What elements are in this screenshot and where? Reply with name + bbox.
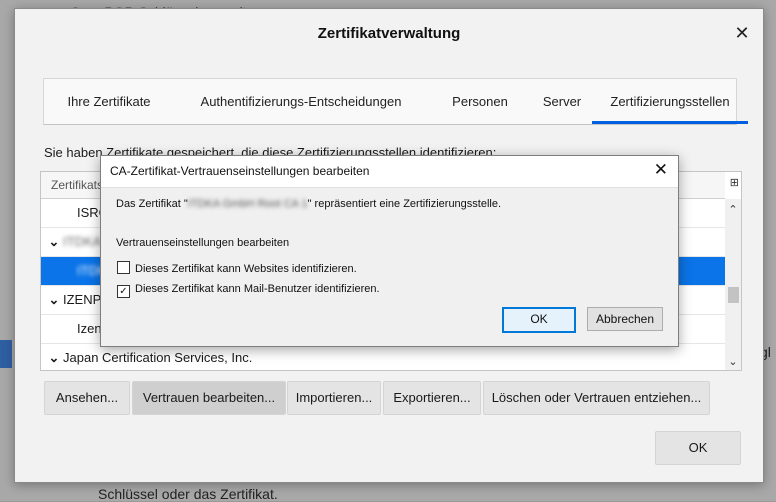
ok-button[interactable]: OK	[655, 431, 741, 465]
trust-mail-checkbox[interactable]: ✓	[117, 285, 130, 298]
column-picker-icon[interactable]: ⊞	[730, 176, 739, 189]
cancel-button[interactable]: Abbrechen	[587, 307, 663, 331]
trust-mail-label[interactable]: Dieses Zertifikat kann Mail-Benutzer ide…	[135, 283, 380, 295]
trust-mail-row[interactable]: ✓ Dieses Zertifikat kann Mail-Benutzer id…	[117, 283, 380, 298]
tab-authorities[interactable]: Zertifizierungsstellen	[592, 79, 748, 124]
chevron-down-icon[interactable]: ⌄	[45, 344, 63, 370]
dialog-title: Zertifikatverwaltung	[317, 25, 461, 42]
export-button[interactable]: Exportieren...	[383, 381, 481, 415]
close-icon[interactable]: ✕	[654, 160, 668, 180]
chevron-down-icon[interactable]: ⌄	[45, 286, 63, 314]
message-prefix: Das Zertifikat "	[116, 198, 188, 210]
edit-ca-trust-dialog: CA-Zertifikat-Vertrauenseinstellungen be…	[100, 155, 679, 347]
background-selection	[0, 340, 12, 368]
scroll-down-icon[interactable]: ⌄	[725, 355, 741, 368]
tab-your-certificates[interactable]: Ihre Zertifikate	[44, 79, 174, 124]
edit-trust-button[interactable]: Vertrauen bearbeiten...	[132, 381, 286, 415]
delete-or-distrust-button[interactable]: Löschen oder Vertrauen entziehen...	[483, 381, 710, 415]
tab-bar: Ihre Zertifikate Authentifizierungs-Ents…	[43, 78, 748, 125]
tree-row[interactable]: ⌄ Japan Certification Services, Inc.	[41, 344, 725, 370]
tab-authentication-decisions[interactable]: Authentifizierungs-Entscheidungen	[174, 79, 428, 124]
import-button[interactable]: Importieren...	[287, 381, 381, 415]
scroll-up-icon[interactable]: ⌃	[725, 203, 741, 216]
tab-servers[interactable]: Server	[532, 79, 592, 124]
certificate-message: Das Zertifikat "ITDKA GmbH Root CA 1" re…	[116, 198, 501, 210]
trust-websites-checkbox[interactable]	[117, 261, 130, 274]
sub-dialog-titlebar: CA-Zertifikat-Vertrauenseinstellungen be…	[101, 156, 678, 188]
trust-settings-heading: Vertrauenseinstellungen bearbeiten	[116, 237, 290, 249]
ok-button[interactable]: OK	[502, 307, 576, 333]
certificate-name: ITDKA GmbH Root CA 1	[187, 198, 308, 210]
trust-websites-label[interactable]: Dieses Zertifikat kann Websites identifi…	[135, 263, 357, 275]
tab-people[interactable]: Personen	[428, 79, 532, 124]
sub-dialog-title: CA-Zertifikat-Vertrauenseinstellungen be…	[110, 164, 370, 178]
scrollbar-thumb[interactable]	[728, 287, 739, 303]
background-footer-text: Schlüssel oder das Zertifikat.	[98, 486, 278, 502]
tree-scrollbar[interactable]: ⌃ ⌄	[725, 199, 741, 370]
message-suffix: " repräsentiert eine Zertifizierungsstel…	[307, 198, 502, 210]
chevron-down-icon[interactable]: ⌄	[45, 228, 63, 256]
trust-websites-row[interactable]: Dieses Zertifikat kann Websites identifi…	[117, 261, 357, 275]
close-icon[interactable]: ✕	[731, 22, 753, 44]
tree-row-label: Japan Certification Services, Inc.	[63, 350, 253, 365]
view-button[interactable]: Ansehen...	[44, 381, 130, 415]
